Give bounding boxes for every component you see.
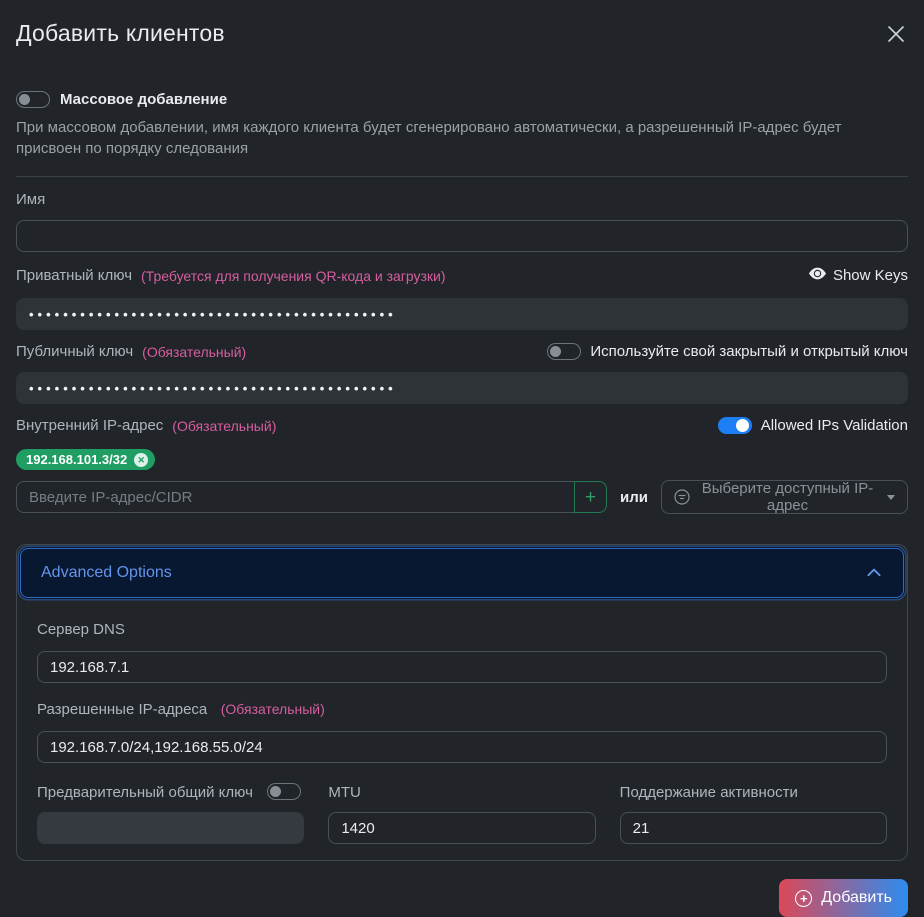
- ip-input-row: + или Выберите доступный IP-адрес: [16, 480, 908, 514]
- advanced-options-panel: Advanced Options Сервер DNS Разрешенные …: [16, 544, 908, 861]
- advanced-options-content: Сервер DNS Разрешенные IP-адреса (Обязат…: [17, 601, 907, 860]
- internal-ip-label: Внутренний IP-адрес: [16, 417, 163, 434]
- modal-footer: + Добавить: [16, 879, 908, 917]
- psk-input[interactable]: [37, 812, 304, 844]
- mtu-label: MTU: [328, 784, 361, 801]
- add-button-label: Добавить: [821, 889, 892, 907]
- internal-ip-note: (Обязательный): [172, 418, 276, 434]
- allowed-ips-validation-toggle[interactable]: [718, 417, 752, 434]
- psk-toggle[interactable]: [267, 783, 301, 800]
- divider: [16, 176, 908, 177]
- available-ip-dropdown[interactable]: Выберите доступный IP-адрес: [661, 480, 908, 514]
- show-keys-button[interactable]: Show Keys: [809, 265, 908, 286]
- own-keys-toggle-group: Используйте свой закрытый и открытый клю…: [547, 343, 908, 360]
- eye-icon: [809, 265, 826, 286]
- add-button[interactable]: + Добавить: [779, 879, 908, 917]
- or-label: или: [620, 489, 648, 506]
- modal-header: Добавить клиентов: [16, 20, 908, 49]
- plus-circle-icon: +: [795, 890, 812, 907]
- available-ip-dropdown-label: Выберите доступный IP-адрес: [698, 480, 877, 514]
- public-key-label-group: Публичный ключ (Обязательный): [16, 343, 246, 360]
- page-title: Добавить клиентов: [16, 20, 225, 47]
- private-key-row: Приватный ключ (Требуется для получения …: [16, 265, 908, 286]
- keepalive-label-row: Поддержание активности: [620, 783, 887, 800]
- allowed-ips-section: Разрешенные IP-адреса (Обязательный): [37, 699, 887, 763]
- public-key-note: (Обязательный): [142, 344, 246, 360]
- bulk-add-label: Массовое добавление: [60, 91, 227, 108]
- bulk-add-row: Массовое добавление: [16, 91, 908, 108]
- allowed-ips-input[interactable]: [37, 731, 887, 763]
- toggle-knob: [550, 346, 561, 357]
- name-label: Имя: [16, 191, 908, 208]
- bulk-add-toggle[interactable]: [16, 91, 50, 108]
- add-clients-modal: Добавить клиентов Массовое добавление Пр…: [16, 20, 908, 917]
- dns-label: Сервер DNS: [37, 621, 125, 638]
- psk-column: Предварительный общий ключ: [37, 783, 304, 844]
- keepalive-label: Поддержание активности: [620, 784, 798, 801]
- psk-label: Предварительный общий ключ: [37, 784, 253, 801]
- mtu-input[interactable]: [328, 812, 595, 844]
- private-key-note: (Требуется для получения QR-кода и загру…: [141, 268, 446, 284]
- remove-ip-icon[interactable]: ✕: [134, 453, 148, 467]
- mtu-label-row: MTU: [328, 783, 595, 800]
- allowed-ip-badge-text: 192.168.101.3/32: [26, 452, 127, 467]
- caret-down-icon: [887, 495, 895, 500]
- allowed-ips-validation-label: Allowed IPs Validation: [761, 417, 908, 434]
- psk-label-row: Предварительный общий ключ: [37, 783, 304, 800]
- toggle-knob: [736, 419, 749, 432]
- bulk-add-description: При массовом добавлении, имя каждого кли…: [16, 117, 896, 159]
- close-icon[interactable]: [884, 22, 908, 49]
- own-keys-toggle-label: Используйте свой закрытый и открытый клю…: [590, 343, 908, 360]
- allowed-ips-validation-group: Allowed IPs Validation: [718, 417, 908, 434]
- allowed-ips-label: Разрешенные IP-адреса: [37, 701, 207, 718]
- dns-input[interactable]: [37, 651, 887, 683]
- ip-cidr-input[interactable]: [16, 481, 574, 513]
- own-keys-toggle[interactable]: [547, 343, 581, 360]
- toggle-knob: [270, 786, 281, 797]
- chevron-up-icon: [865, 564, 883, 582]
- public-key-row: Публичный ключ (Обязательный) Используйт…: [16, 343, 908, 360]
- public-key-label: Публичный ключ: [16, 343, 133, 360]
- name-input[interactable]: [16, 220, 908, 252]
- internal-ip-row: Внутренний IP-адрес (Обязательный) Allow…: [16, 417, 908, 434]
- keepalive-column: Поддержание активности: [620, 783, 887, 844]
- add-ip-button[interactable]: +: [574, 481, 607, 513]
- private-key-input[interactable]: [16, 298, 908, 330]
- public-key-input[interactable]: [16, 372, 908, 404]
- toggle-knob: [19, 94, 30, 105]
- private-key-label-group: Приватный ключ (Требуется для получения …: [16, 267, 446, 284]
- advanced-options-title: Advanced Options: [41, 564, 172, 582]
- ip-input-group: +: [16, 481, 607, 513]
- mtu-column: MTU: [328, 783, 595, 844]
- keepalive-input[interactable]: [620, 812, 887, 844]
- show-keys-label: Show Keys: [833, 267, 908, 284]
- allowed-ips-note: (Обязательный): [221, 701, 325, 717]
- internal-ip-label-group: Внутренний IP-адрес (Обязательный): [16, 417, 276, 434]
- ip-badge-row: 192.168.101.3/32 ✕: [16, 449, 908, 470]
- filter-circle-icon: [674, 489, 690, 505]
- advanced-options-header[interactable]: Advanced Options: [20, 548, 904, 598]
- private-key-label: Приватный ключ: [16, 267, 132, 284]
- advanced-grid: Предварительный общий ключ MTU Поддержан…: [37, 783, 887, 844]
- allowed-ip-badge: 192.168.101.3/32 ✕: [16, 449, 155, 470]
